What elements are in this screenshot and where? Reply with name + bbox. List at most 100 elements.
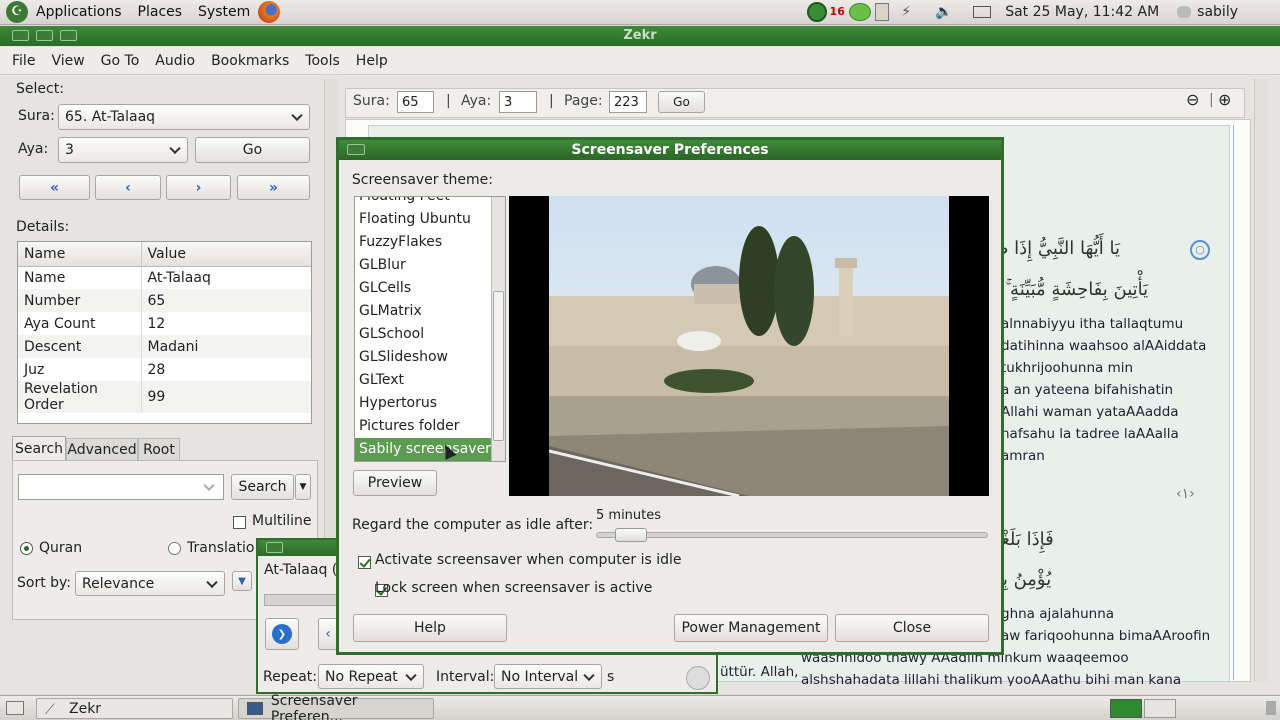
menu-tools-label: Tools bbox=[305, 52, 340, 69]
chat-icon[interactable] bbox=[849, 3, 872, 21]
list-item[interactable]: Pictures folder bbox=[355, 415, 505, 438]
update-icon[interactable] bbox=[807, 2, 828, 22]
activate-checkbox[interactable] bbox=[358, 556, 371, 569]
window-minimize-button[interactable] bbox=[36, 30, 53, 41]
translit-line: datihinna waahsoo alAAiddata bbox=[1001, 338, 1207, 354]
menu-file[interactable]: File bbox=[4, 53, 43, 69]
idle-slider-track[interactable] bbox=[596, 528, 988, 542]
list-item[interactable]: GLSlideshow bbox=[355, 346, 505, 369]
ubuntu-logo-icon[interactable]: ☪ bbox=[6, 1, 28, 23]
list-item[interactable]: GLMatrix bbox=[355, 300, 505, 323]
repeat-select[interactable]: No Repeat bbox=[318, 664, 424, 689]
list-item[interactable]: FuzzyFlakes bbox=[355, 231, 505, 254]
audio-panel-close-button[interactable] bbox=[266, 542, 283, 553]
list-item[interactable]: Floating Feet bbox=[355, 197, 505, 208]
first-sura-button[interactable]: « bbox=[19, 175, 90, 200]
menu-goto[interactable]: Go To bbox=[93, 53, 148, 69]
search-options-button[interactable]: ▼ bbox=[295, 474, 311, 500]
menu-audio[interactable]: Audio bbox=[147, 53, 203, 69]
workspace-1[interactable] bbox=[1110, 699, 1142, 718]
menu-view[interactable]: View bbox=[43, 53, 92, 69]
search-input[interactable] bbox=[18, 474, 224, 500]
sura-select[interactable]: 65. At-Talaaq bbox=[58, 104, 310, 130]
user-name[interactable]: sabily bbox=[1197, 4, 1238, 20]
aya-select[interactable]: 3 bbox=[58, 137, 188, 163]
list-item[interactable]: GLBlur bbox=[355, 254, 505, 277]
audio-progress-bar[interactable] bbox=[264, 594, 338, 606]
details-header-value[interactable]: Value bbox=[141, 242, 311, 267]
notification-badge[interactable]: 16 bbox=[829, 6, 845, 17]
nav-aya-input[interactable]: 3 bbox=[499, 91, 537, 113]
firefox-icon[interactable] bbox=[258, 1, 281, 23]
idle-slider-thumb[interactable] bbox=[615, 528, 647, 542]
mail-icon[interactable] bbox=[973, 6, 992, 18]
nav-go-button[interactable]: Go bbox=[658, 91, 705, 113]
nav-sura-input[interactable]: 65 bbox=[397, 91, 434, 113]
list-item[interactable]: GLSchool bbox=[355, 323, 505, 346]
interval-select[interactable]: No Interval bbox=[494, 664, 602, 689]
details-header-name[interactable]: Name bbox=[18, 242, 142, 267]
search-button[interactable]: Search bbox=[231, 474, 294, 500]
list-item[interactable]: GLText bbox=[355, 369, 505, 392]
last-sura-button[interactable]: » bbox=[237, 175, 310, 200]
list-item-selected[interactable]: Sabily screensaver bbox=[355, 438, 505, 461]
list-item[interactable]: GLCells bbox=[355, 277, 505, 300]
power-management-button[interactable]: Power Management bbox=[674, 614, 828, 642]
menu-help[interactable]: Help bbox=[348, 53, 396, 69]
multiline-checkbox[interactable] bbox=[233, 516, 246, 529]
tab-search[interactable]: Search bbox=[12, 436, 66, 461]
play-button[interactable]: ❯ bbox=[265, 618, 299, 650]
radio-translation[interactable] bbox=[168, 542, 181, 555]
list-item[interactable]: Hypertorus bbox=[355, 392, 505, 415]
network-icon[interactable]: ⚡ bbox=[901, 4, 917, 20]
details-label: Details: bbox=[16, 219, 70, 235]
theme-list-scrollbar[interactable] bbox=[491, 197, 505, 461]
table-row[interactable]: Revelation Order 99 bbox=[18, 381, 311, 413]
system-menu[interactable]: System bbox=[190, 4, 258, 20]
preview-button[interactable]: Preview bbox=[353, 470, 437, 496]
show-desktop-icon[interactable] bbox=[6, 701, 24, 715]
places-menu[interactable]: Places bbox=[130, 4, 191, 20]
workspace-2[interactable] bbox=[1144, 699, 1176, 718]
prev-aya-button[interactable]: ‹ bbox=[95, 175, 161, 200]
sortby-value: Relevance bbox=[82, 575, 155, 592]
help-button[interactable]: Help bbox=[353, 614, 507, 642]
sort-order-button[interactable]: ▼ bbox=[232, 571, 252, 591]
zoom-in-icon[interactable]: ⊕ bbox=[1218, 90, 1231, 109]
clock[interactable]: Sat 25 May, 11:42 AM bbox=[1005, 4, 1159, 20]
prev-track-button[interactable]: ‹ bbox=[318, 618, 338, 650]
sura-label: Sura: bbox=[18, 108, 55, 124]
nav-page-input[interactable]: 223 bbox=[609, 91, 647, 113]
list-item[interactable]: Floating Ubuntu bbox=[355, 208, 505, 231]
applications-menu[interactable]: Applications bbox=[28, 4, 130, 20]
task-zekr[interactable]: ⟋ Zekr bbox=[36, 698, 233, 719]
table-row[interactable]: Name At-Talaaq bbox=[18, 266, 311, 289]
sortby-select[interactable]: Relevance bbox=[75, 571, 225, 596]
clipboard-icon[interactable] bbox=[875, 3, 890, 21]
window-maximize-button[interactable] bbox=[60, 30, 77, 41]
menu-bookmarks[interactable]: Bookmarks bbox=[203, 53, 297, 69]
zoom-out-icon[interactable]: ⊖ bbox=[1186, 90, 1199, 109]
menu-tools[interactable]: Tools bbox=[297, 53, 348, 69]
radio-quran[interactable] bbox=[20, 542, 33, 555]
go-button[interactable]: Go bbox=[195, 137, 310, 163]
table-row[interactable]: Aya Count 12 bbox=[18, 312, 311, 335]
main-titlebar[interactable]: Zekr bbox=[0, 26, 1280, 46]
table-row[interactable]: Juz 28 bbox=[18, 358, 311, 381]
next-aya-button[interactable]: › bbox=[166, 175, 231, 200]
tab-root[interactable]: Root bbox=[138, 438, 180, 461]
table-row[interactable]: Descent Madani bbox=[18, 335, 311, 358]
scrollbar-thumb[interactable] bbox=[493, 291, 504, 441]
dialog-titlebar[interactable]: Screensaver Preferences bbox=[339, 140, 1001, 160]
table-row[interactable]: Number 65 bbox=[18, 289, 311, 312]
task-screensaver[interactable]: Screensaver Preferen... bbox=[238, 693, 434, 720]
quran-scrollbar[interactable] bbox=[1254, 79, 1268, 682]
window-close-button[interactable] bbox=[12, 30, 29, 41]
nav-separator: | bbox=[549, 93, 554, 109]
audio-settings-icon[interactable] bbox=[686, 666, 710, 690]
dialog-close-icon[interactable] bbox=[347, 144, 365, 155]
close-button[interactable]: Close bbox=[835, 614, 989, 642]
trash-icon[interactable] bbox=[1266, 701, 1276, 715]
tab-advanced[interactable]: Advanced bbox=[66, 438, 138, 461]
volume-icon[interactable]: 🔈 bbox=[935, 4, 952, 20]
